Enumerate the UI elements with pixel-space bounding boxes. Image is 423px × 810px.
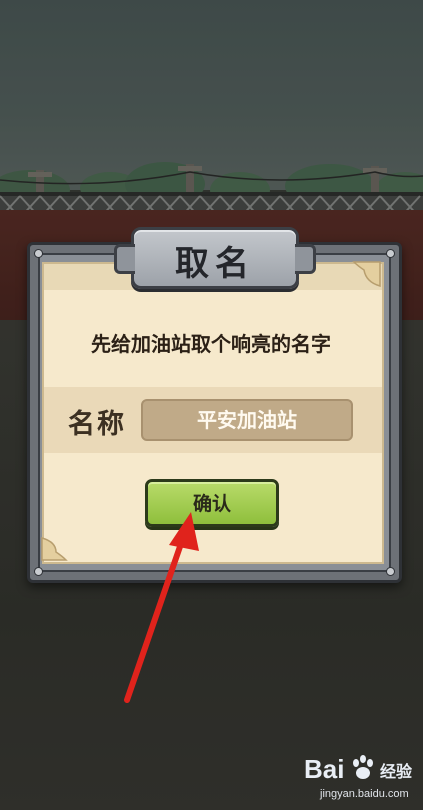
rivet-icon (386, 567, 395, 576)
page-curl-icon (41, 537, 68, 561)
rivet-icon (34, 567, 43, 576)
page-curl-icon (352, 261, 381, 287)
name-prompt: 先给加油站取个响亮的名字 (91, 332, 331, 356)
name-label: 名称 (68, 409, 126, 440)
watermark-logo: Bai (304, 754, 345, 784)
watermark: Bai 经验 jingyan.baidu.com (300, 752, 420, 810)
rivet-icon (386, 249, 395, 258)
paw-icon (353, 755, 373, 779)
watermark-brand: 经验 (380, 762, 413, 781)
confirm-button[interactable]: 确认 (145, 479, 279, 527)
station-name-input[interactable] (141, 399, 353, 441)
dialog-title: 取名 (175, 244, 255, 284)
rivet-icon (34, 249, 43, 258)
watermark-url: jingyan.baidu.com (320, 788, 409, 800)
dialog-title-plate: 取名 (114, 227, 316, 289)
